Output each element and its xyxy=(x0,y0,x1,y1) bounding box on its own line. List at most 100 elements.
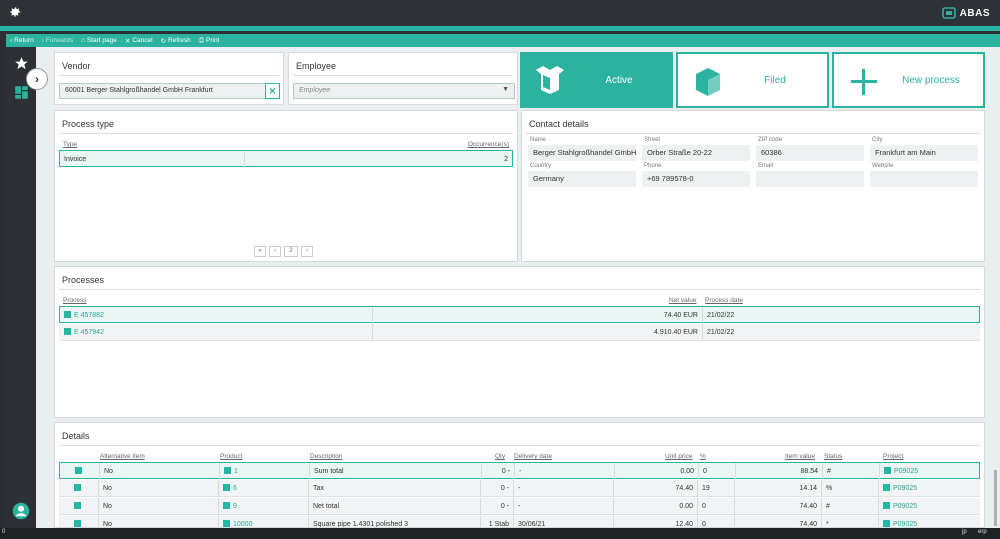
project-text: P09025 xyxy=(894,468,919,475)
status-cell: # xyxy=(822,498,879,515)
user-avatar-icon[interactable] xyxy=(12,502,30,520)
col-qty[interactable]: Qty xyxy=(495,453,505,460)
filed-label: Filed xyxy=(764,74,786,86)
pct-cell: 0 xyxy=(698,516,735,527)
product-cell: 6 xyxy=(219,480,309,497)
unit-price-cell: 74.40 xyxy=(614,480,698,497)
checkbox-icon xyxy=(73,501,81,509)
print-button[interactable]: ⎙ Print xyxy=(199,37,220,45)
unit-price-text: 0.00 xyxy=(680,468,694,475)
new-process-button[interactable]: New process xyxy=(832,52,985,108)
unit-price-text: 0.00 xyxy=(679,503,693,510)
active-button[interactable]: Active xyxy=(520,52,673,108)
table-row[interactable]: E 457942 4.910.40 EUR 21/02/22 xyxy=(59,324,980,341)
details-panel: Details Alternative item Product Descrip… xyxy=(54,422,985,528)
col-description[interactable]: Description xyxy=(310,453,343,460)
status-cell: # xyxy=(823,463,880,480)
filed-button[interactable]: Filed xyxy=(676,52,829,108)
email-field[interactable] xyxy=(756,171,864,187)
col-process-date[interactable]: Process date xyxy=(705,297,743,304)
forwards-button[interactable]: › Forwards xyxy=(42,37,73,44)
phone-field[interactable]: +69 789578-0 xyxy=(642,171,750,187)
table-row[interactable]: No 1 Sum total 0 - - 0.00 0 88.54 # P09025 xyxy=(59,462,980,480)
status-text: % xyxy=(826,485,833,492)
col-occurrences[interactable]: Occurrence(s) xyxy=(468,141,509,148)
col-status[interactable]: Status xyxy=(824,453,842,460)
status-text: # xyxy=(827,468,831,475)
sidebar-toggle-button[interactable]: › xyxy=(26,68,48,90)
divider xyxy=(59,289,980,290)
net-value-cell: 4.910.40 EUR xyxy=(373,324,703,341)
process-date-cell: 21/02/22 xyxy=(707,329,735,336)
desc-text: Square pipe 1.4301 polished 3 xyxy=(313,521,408,528)
current-page[interactable]: 2 xyxy=(284,246,298,257)
row-checkbox[interactable] xyxy=(59,480,99,497)
item-value-text: 74.40 xyxy=(799,521,817,528)
employee-select[interactable]: Employee xyxy=(293,83,515,99)
chevron-left-icon: ‹ xyxy=(10,37,13,44)
process-date-cell: 21/02/22 xyxy=(707,312,735,319)
desc-text: Tax xyxy=(313,485,324,492)
edit-icon xyxy=(224,466,231,474)
cancel-button[interactable]: ✕ Cancel xyxy=(125,37,153,45)
col-net-value[interactable]: Net value xyxy=(669,297,696,304)
qty-cell: 0 - xyxy=(481,480,514,497)
process-type-title: Process type xyxy=(62,119,115,129)
name-field[interactable]: Berger Stahlgroßhandel GmbH xyxy=(528,145,636,161)
street-field[interactable]: Orber Straße 20-22 xyxy=(642,145,750,161)
scrollbar[interactable] xyxy=(994,470,997,526)
clear-vendor-button[interactable]: ✕ xyxy=(265,83,280,99)
project-text: P09025 xyxy=(893,503,918,510)
website-label: Website xyxy=(872,163,894,169)
qty-cell: 1 Stab xyxy=(481,516,514,527)
city-field[interactable]: Frankfurt am Main xyxy=(870,145,978,161)
col-product[interactable]: Product xyxy=(220,453,242,460)
status-cell: % xyxy=(822,480,879,497)
vendor-field[interactable]: 60001 Berger Stahlgroßhandel GmbH Frankf… xyxy=(59,83,267,99)
qty-text: 0 - xyxy=(501,468,510,475)
product-text: 1 xyxy=(234,468,238,475)
desc-text: Sum total xyxy=(314,468,344,475)
col-process[interactable]: Process xyxy=(63,297,86,304)
checkbox-icon xyxy=(64,327,71,335)
table-row[interactable]: E 457882 74.40 EUR 21/02/22 xyxy=(59,306,980,324)
street-label: Street xyxy=(644,137,661,143)
status-text: # xyxy=(826,503,830,510)
col-project[interactable]: Project xyxy=(883,453,903,460)
next-page-button[interactable]: › xyxy=(301,246,313,257)
footer-lang: jp xyxy=(962,529,967,535)
country-field[interactable]: Germany xyxy=(528,171,636,187)
first-page-button[interactable]: « xyxy=(254,246,266,257)
project-cell: P09025 xyxy=(879,498,980,515)
dashboard-icon[interactable] xyxy=(14,85,29,100)
product-text: 9 xyxy=(233,503,237,510)
close-icon: ✕ xyxy=(124,37,131,45)
row-checkbox[interactable] xyxy=(59,498,99,515)
col-type[interactable]: Type xyxy=(63,141,77,148)
return-button[interactable]: ‹ Return xyxy=(10,37,34,44)
col-percent[interactable]: % xyxy=(700,453,706,460)
item-value-cell: 74.40 xyxy=(735,498,822,515)
col-delivery-date[interactable]: Delivery date xyxy=(514,453,552,460)
table-row[interactable]: No 9 Net total 0 - - 0.00 0 74.40 # P09025 xyxy=(59,498,980,515)
col-item-value[interactable]: Item value xyxy=(785,453,815,460)
pct-text: 0 xyxy=(703,468,707,475)
start-page-button[interactable]: ⌂ Start page xyxy=(81,37,117,44)
table-row[interactable]: Invoice 2 xyxy=(59,150,513,168)
website-field[interactable] xyxy=(870,171,978,187)
refresh-button[interactable]: ↻ Refresh xyxy=(161,37,191,45)
col-alternative-item[interactable]: Alternative item xyxy=(100,453,145,460)
chevron-right-icon: › xyxy=(35,72,39,86)
table-row[interactable]: No 6 Tax 0 - - 74.40 19 14.14% P09025 xyxy=(59,480,980,497)
star-icon[interactable] xyxy=(14,56,29,71)
table-row[interactable]: No 10000 Square pipe 1.4301 polished 3 1 St… xyxy=(59,516,980,528)
col-unit-price[interactable]: Unit price xyxy=(665,453,692,460)
unit-price-cell: 0.00 xyxy=(614,498,698,515)
row-checkbox[interactable] xyxy=(59,516,99,527)
gear-icon[interactable] xyxy=(8,5,22,19)
zip-field[interactable]: 60386 xyxy=(756,145,864,161)
vendor-title: Vendor xyxy=(62,61,91,71)
prev-page-button[interactable]: ‹ xyxy=(269,246,281,257)
row-checkbox[interactable] xyxy=(60,463,100,480)
accent-line xyxy=(0,26,1000,31)
